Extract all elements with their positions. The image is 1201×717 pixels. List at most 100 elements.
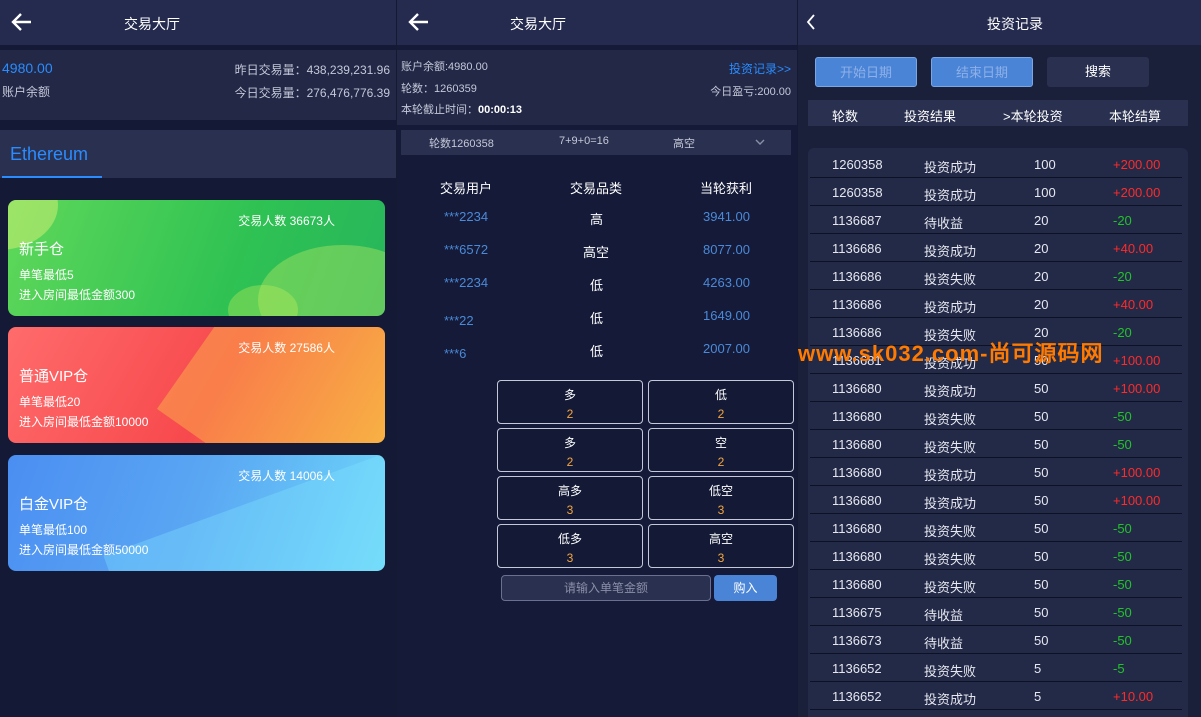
room-min-bet: 单笔最低20 (19, 395, 81, 409)
buy-button[interactable]: 购入 (714, 575, 777, 601)
room-card-platinum[interactable]: 交易人数 14006人 白金VIP仓 单笔最低100 进入房间最低金额50000 (8, 455, 385, 571)
option-odds: 2 (566, 455, 574, 469)
option-button[interactable]: 高空 3 (648, 524, 794, 568)
round-cell: 1136680 (832, 437, 882, 452)
result-cell: 投资成功 (924, 384, 977, 399)
option-button[interactable]: 低空 3 (648, 476, 794, 520)
result-cell: 投资成功 (924, 496, 977, 511)
round-cell: 1136687 (832, 213, 882, 228)
records-link[interactable]: 投资记录>> (729, 60, 791, 77)
option-button[interactable]: 低2 (648, 380, 794, 424)
settle-cell: +100.00 (1113, 493, 1161, 508)
col-settle: 本轮结算 (1109, 109, 1162, 124)
amount-cell: 50 (1034, 381, 1049, 396)
room-count: 交易人数 14006人 (238, 469, 335, 483)
result-cell: 投资失败 (924, 524, 977, 539)
amount-input[interactable]: 请输入单笔金额 (501, 575, 711, 601)
account-summary: 4980.00 账户余额 昨日交易量：438,239,231.96 今日交易量：… (0, 50, 396, 120)
profit-cell: 4263.00 (703, 275, 750, 290)
round-cell: 1136680 (832, 493, 882, 508)
balance-value: 4980.00 (2, 60, 53, 76)
table-row: 1136680 投资失败 50 -50 (810, 430, 1182, 458)
page-title: 交易大厅 (124, 16, 180, 32)
amount-cell: 20 (1034, 241, 1049, 256)
round-cell: 1136675 (832, 605, 882, 620)
amount-cell: 100 (1034, 185, 1056, 200)
page-title: 交易大厅 (510, 16, 566, 32)
last-round-number: 轮数1260358 (429, 138, 494, 150)
user-cell: ***2234 (444, 209, 489, 224)
table-row: 1260358 投资成功 100 +200.00 (810, 150, 1182, 178)
type-cell: 高 (590, 212, 604, 227)
option-button[interactable]: 多2 (497, 380, 643, 424)
back-arrow-icon[interactable] (407, 10, 431, 34)
back-chevron-icon[interactable] (806, 14, 816, 30)
user-cell: ***6 (444, 346, 467, 361)
option-label: 空 (714, 436, 727, 450)
result-cell: 待收益 (924, 636, 964, 651)
table-row: 1136673 待收益 50 -50 (810, 626, 1182, 654)
type-cell: 低 (590, 344, 604, 359)
chevron-down-icon (755, 139, 765, 145)
option-button[interactable]: 低多 3 (497, 524, 643, 568)
profit-cell: 1649.00 (703, 308, 750, 323)
option-label: 高空 (708, 532, 733, 546)
table-row: 1260358 投资成功 100 +200.00 (810, 178, 1182, 206)
amount-cell: 50 (1034, 437, 1049, 452)
round-cell: 1260358 (832, 157, 883, 172)
end-date-button[interactable]: 结束日期 (931, 57, 1033, 87)
result-cell: 投资成功 (924, 692, 977, 707)
settle-cell: -50 (1113, 577, 1132, 592)
amount-cell: 50 (1034, 409, 1049, 424)
result-cell: 投资成功 (924, 468, 977, 483)
settle-cell: -50 (1113, 437, 1132, 452)
balance-text: 账户余额:4980.00 (401, 61, 488, 73)
watermark-text: www.sk032.com-尚可源码网 (798, 341, 1104, 366)
result-cell: 投资成功 (924, 160, 977, 175)
room-card-vip[interactable]: 交易人数 27586人 普通VIP仓 单笔最低20 进入房间最低金额10000 (8, 327, 385, 443)
last-round-row[interactable]: 轮数1260358 7+9+0=16 高空 (401, 130, 791, 155)
result-cell: 投资失败 (924, 552, 977, 567)
settle-cell: +10.00 (1113, 689, 1154, 704)
settle-cell: -50 (1113, 409, 1132, 424)
back-arrow-icon[interactable] (10, 10, 34, 34)
amount-cell: 50 (1034, 633, 1049, 648)
table-row: 1136652 投资成功 5 +10.00 (810, 682, 1182, 710)
tab-ethereum[interactable]: Ethereum (10, 144, 88, 165)
start-date-button[interactable]: 开始日期 (815, 57, 917, 87)
records-header: 投资记录 (798, 0, 1201, 45)
option-label: 高多 (557, 484, 582, 498)
result-cell: 待收益 (924, 608, 964, 623)
settle-cell: -50 (1113, 549, 1132, 564)
result-cell: 投资失败 (924, 440, 977, 455)
option-button[interactable]: 高多 3 (497, 476, 643, 520)
result-cell: 投资成功 (924, 188, 977, 203)
search-button[interactable]: 搜索 (1047, 57, 1149, 87)
type-cell: 低 (590, 311, 604, 326)
records-table-header: 轮数 投资结果 >本轮投资 本轮结算 (808, 100, 1188, 126)
settle-cell: +100.00 (1113, 353, 1161, 368)
settle-cell: +100.00 (1113, 465, 1161, 480)
deadline: 本轮截止时间：00:00:13 (401, 101, 522, 117)
amount-cell: 50 (1034, 521, 1049, 536)
trade-panel: 交易大厅 账户余额:4980.00 轮数：1260359 本轮截止时间：00:0… (397, 0, 797, 717)
records-list: 1260358 投资成功 100 +200.00 1260358 投资成功 100 +200.… (808, 148, 1188, 717)
settle-cell: -50 (1113, 605, 1132, 620)
user-cell: ***22 (444, 313, 474, 328)
settle-cell: +200.00 (1113, 157, 1161, 172)
settle-cell: -5 (1113, 661, 1125, 676)
option-button[interactable]: 空2 (648, 428, 794, 472)
option-odds: 3 (566, 551, 574, 565)
table-row: 1136680 投资成功 50 +100.00 (810, 374, 1182, 402)
table-row: 1136686 投资成功 20 +40.00 (810, 234, 1182, 262)
option-button[interactable]: 多2 (497, 428, 643, 472)
option-label: 多 (563, 436, 576, 450)
result-cell: 投资失败 (924, 580, 977, 595)
amount-cell: 5 (1034, 661, 1042, 676)
yesterday-volume: 昨日交易量：438,239,231.96 (234, 63, 390, 77)
hall-header: 交易大厅 (0, 0, 396, 45)
option-label: 多 (563, 388, 576, 402)
room-count: 交易人数 36673人 (238, 214, 335, 228)
room-card-novice[interactable]: 交易人数 36673人 新手仓 单笔最低5 进入房间最低金额300 (8, 200, 385, 316)
room-count: 交易人数 27586人 (238, 341, 335, 355)
